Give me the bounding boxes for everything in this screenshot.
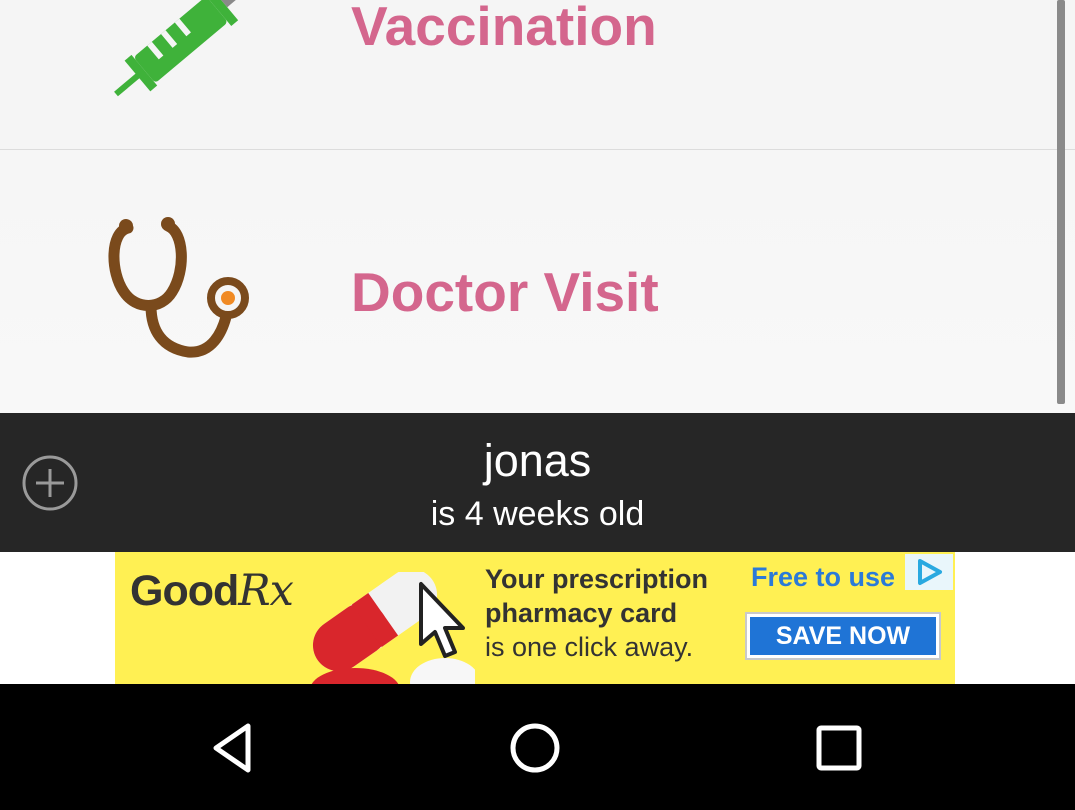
- system-navigation-bar: [0, 684, 1075, 810]
- category-label-vaccination: Vaccination: [351, 0, 657, 57]
- ad-strip: GoodRx Your prescription pharmacy card i…: [0, 552, 1075, 684]
- category-label-doctor-visit: Doctor Visit: [351, 261, 659, 323]
- ad-free-text: Free to use: [751, 562, 896, 592]
- back-triangle-icon[interactable]: [202, 716, 266, 780]
- ad-choices-arrow-icon: [918, 559, 942, 585]
- category-list[interactable]: Vaccination Doctor Visit: [0, 0, 1075, 413]
- ad-line-1: Your prescription: [485, 564, 709, 594]
- baby-name: jonas: [483, 435, 592, 486]
- baby-info-bar: jonas is 4 weeks old: [0, 413, 1075, 552]
- home-circle-icon[interactable]: [503, 716, 567, 780]
- category-row-doctor-visit[interactable]: Doctor Visit: [0, 150, 1075, 413]
- list-scrollbar[interactable]: [1057, 0, 1065, 404]
- ad-choices-icon[interactable]: [905, 554, 953, 590]
- ad-logo-good: Good: [130, 567, 239, 615]
- stethoscope-icon: [108, 217, 249, 358]
- ad-save-now-button[interactable]: SAVE NOW: [747, 614, 939, 658]
- recents-square-icon[interactable]: [807, 716, 871, 780]
- syringe-icon: [114, 0, 248, 97]
- category-row-vaccination[interactable]: Vaccination: [0, 0, 1075, 149]
- ad-banner[interactable]: GoodRx Your prescription pharmacy card i…: [115, 552, 955, 684]
- ad-message: Your prescription pharmacy card is one c…: [485, 562, 745, 664]
- cursor-arrow-icon: [419, 582, 465, 658]
- ad-line-2: pharmacy card: [485, 598, 678, 628]
- baby-age: is 4 weeks old: [430, 495, 645, 533]
- ad-line-3: is one click away.: [485, 632, 694, 662]
